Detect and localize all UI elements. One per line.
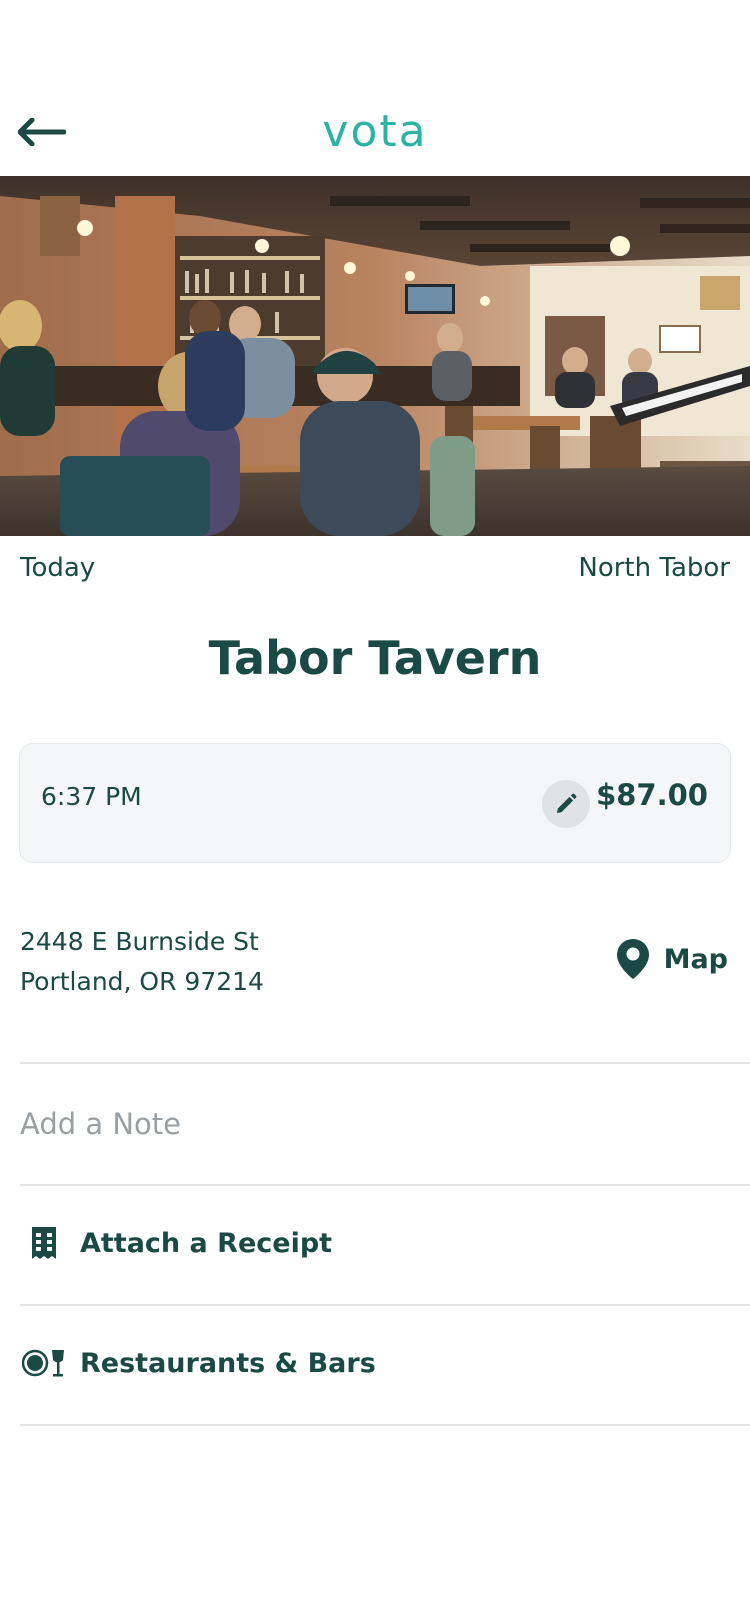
category-button[interactable]: Restaurants & Bars [20,1304,730,1422]
merchant-name: Tabor Tavern [208,631,542,685]
merchant-address: 2448 E Burnside St Portland, OR 97214 [20,922,264,1002]
transaction-meta: Today North Tabor [20,548,730,588]
attach-receipt-button[interactable]: Attach a Receipt [20,1184,730,1302]
transaction-amount: $87.00 [596,778,708,812]
map-pin-icon [616,939,649,979]
transaction-time: 6:37 PM [41,782,142,811]
neighborhood-label: North Tabor [578,553,730,583]
edit-amount-button[interactable] [542,780,590,828]
divider [20,1424,750,1426]
transaction-card: 6:37 PM $87.00 [19,743,731,863]
attach-receipt-label: Attach a Receipt [80,1227,333,1259]
restaurant-photo [0,176,750,536]
dining-icon [20,1339,68,1387]
app-header: vota [0,0,750,176]
merchant-photo [0,176,750,536]
transaction-date: Today [20,553,96,583]
category-label: Restaurants & Bars [80,1347,376,1379]
app-logo: vota [322,106,428,157]
map-label: Map [663,943,728,975]
map-button[interactable]: Map [616,938,728,980]
address-line-2: Portland, OR 97214 [20,967,264,996]
receipt-icon [20,1219,68,1267]
pencil-icon [557,793,577,813]
address-line-1: 2448 E Burnside St [20,927,259,956]
add-note-field[interactable]: Add a Note [20,1064,730,1184]
